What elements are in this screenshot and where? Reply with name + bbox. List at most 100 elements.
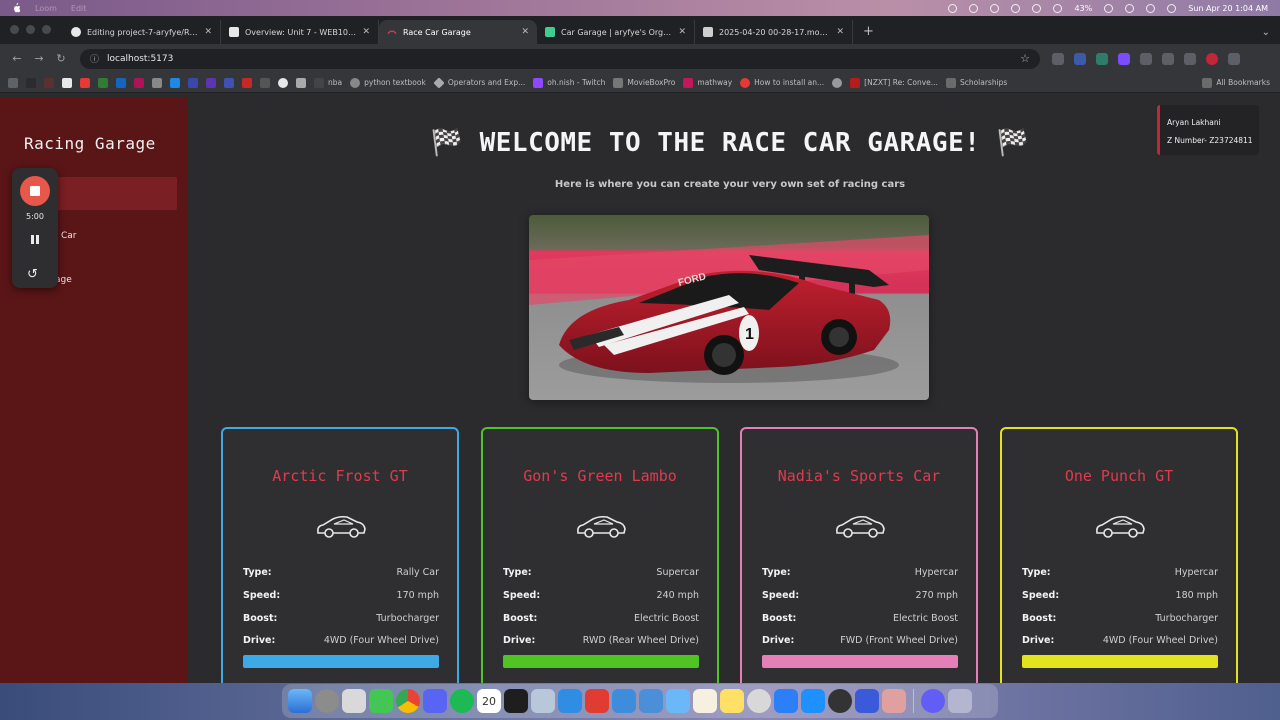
bookmark-icon[interactable]	[98, 77, 108, 88]
bookmark-icon[interactable]	[152, 77, 162, 88]
all-bookmarks[interactable]: All Bookmarks	[1202, 77, 1270, 88]
sidebar-brand[interactable]: Racing Garage	[24, 134, 156, 153]
menu-loom[interactable]: Loom	[35, 4, 57, 13]
chatgpt-icon[interactable]	[747, 689, 771, 713]
tab-supabase[interactable]: Car Garage | aryfye's Org | Su... ✕	[537, 20, 695, 44]
address-bar[interactable]: ⓘ localhost:5173 ☆	[80, 48, 1040, 69]
pages-icon[interactable]	[801, 689, 825, 713]
play-icon[interactable]	[1053, 3, 1063, 13]
github-icon[interactable]	[278, 77, 288, 88]
chrome-icon[interactable]	[396, 689, 420, 713]
spotify-icon[interactable]	[450, 689, 474, 713]
minimize-window-button[interactable]	[26, 25, 35, 34]
profile-icon[interactable]	[1206, 52, 1218, 65]
url-text[interactable]: localhost:5173	[107, 54, 173, 64]
bookmark-icon[interactable]	[116, 77, 126, 88]
bookmark-nba[interactable]: nba	[314, 77, 342, 88]
puzzle-icon[interactable]	[1140, 52, 1152, 65]
car-card[interactable]: Arctic Frost GT Type: Rally Car Speed: 170…	[221, 427, 459, 683]
reload-icon[interactable]: ↻	[50, 52, 72, 65]
youtube-icon[interactable]	[80, 77, 90, 88]
car-card[interactable]: Gon's Green Lambo Type: Supercar Speed: 24…	[481, 427, 719, 683]
battery-percent[interactable]: 43%	[1074, 4, 1092, 13]
wifi-icon[interactable]	[1104, 3, 1114, 13]
loom-status-icon[interactable]	[990, 3, 1000, 13]
bookmark-icon[interactable]	[206, 77, 216, 88]
vscode-icon[interactable]	[558, 689, 582, 713]
instagram-icon[interactable]	[134, 77, 144, 88]
finder2-icon[interactable]	[666, 689, 690, 713]
display-icon[interactable]	[1032, 3, 1042, 13]
tab-github-readme[interactable]: Editing project-7-aryfye/README ✕	[63, 20, 221, 44]
close-tab-icon[interactable]: ✕	[521, 27, 529, 37]
bookmark-twitch[interactable]: oh.nish - Twitch	[533, 77, 605, 88]
forward-icon[interactable]: →	[28, 52, 50, 65]
extension-icon[interactable]	[1052, 52, 1064, 65]
stickies-icon[interactable]	[720, 689, 744, 713]
close-tab-icon[interactable]: ✕	[362, 27, 370, 37]
car-card[interactable]: One Punch GT Type: Hypercar Speed: 180 mph…	[1000, 427, 1238, 683]
bookmark-movieboxpro[interactable]: MovieBoxPro	[613, 77, 675, 88]
apple-icon[interactable]	[12, 3, 21, 13]
bookmark-star-icon[interactable]: ☆	[1020, 52, 1030, 65]
sidebar-item-create-car[interactable]: Car	[61, 231, 77, 241]
keyboard-icon[interactable]	[855, 689, 879, 713]
messages-icon[interactable]	[369, 689, 393, 713]
apps-icon[interactable]	[8, 77, 18, 88]
screenshot-icon[interactable]	[342, 689, 366, 713]
spotlight-icon[interactable]	[1146, 3, 1156, 13]
download-icon[interactable]	[1184, 52, 1196, 65]
sidebar-icon[interactable]	[1162, 52, 1174, 65]
bookmark-operators[interactable]: Operators and Exp...	[433, 76, 525, 89]
notes-icon[interactable]	[693, 689, 717, 713]
tab-overview-unit7[interactable]: Overview: Unit 7 - WEB102 | C... ✕	[221, 20, 379, 44]
close-tab-icon[interactable]: ✕	[204, 27, 212, 37]
extension-icon[interactable]	[1118, 52, 1130, 65]
x-icon[interactable]	[62, 77, 72, 88]
bookmark-icon[interactable]	[26, 77, 36, 88]
bookmark-scholarships[interactable]: Scholarships	[945, 77, 1007, 88]
tab-video-file[interactable]: 2025-04-20 00-28-17.mov - ... ✕	[695, 20, 853, 44]
freeform-icon[interactable]	[774, 689, 798, 713]
bookmark-icon[interactable]	[260, 77, 270, 88]
siri-status-icon[interactable]	[969, 3, 979, 13]
pycharm-icon[interactable]	[639, 689, 663, 713]
launchpad2-icon[interactable]	[882, 689, 906, 713]
preview-icon[interactable]	[531, 689, 555, 713]
xcode-icon[interactable]	[612, 689, 636, 713]
control-center-icon[interactable]	[1125, 3, 1135, 13]
bookmark-how-to-install[interactable]: How to install an...	[740, 77, 824, 88]
bookmark-python-textbook[interactable]: python textbook	[350, 77, 426, 88]
close-tab-icon[interactable]: ✕	[678, 27, 686, 37]
bookmark-mathway[interactable]: mathway	[683, 77, 732, 88]
menubar-clock[interactable]: Sun Apr 20 1:04 AM	[1188, 4, 1268, 13]
new-tab-button[interactable]: +	[863, 24, 874, 39]
stop-recording-button[interactable]	[20, 176, 50, 206]
menu-edit[interactable]: Edit	[71, 4, 87, 13]
car-card[interactable]: Nadia's Sports Car Type: Hypercar Speed: 2…	[740, 427, 978, 683]
gear-status-icon[interactable]	[948, 3, 958, 13]
trash-icon[interactable]	[948, 689, 972, 713]
launchpad-icon[interactable]	[315, 689, 339, 713]
photo-booth-icon[interactable]	[585, 689, 609, 713]
restart-icon[interactable]: ↺	[27, 268, 38, 281]
globe-icon[interactable]	[832, 77, 843, 88]
bookmark-icon[interactable]	[188, 77, 198, 88]
close-tab-icon[interactable]: ✕	[836, 27, 844, 37]
extension-icon[interactable]	[1096, 52, 1108, 65]
user-switch-icon[interactable]	[1167, 3, 1177, 13]
back-icon[interactable]: ←	[6, 52, 28, 65]
clock-icon[interactable]	[828, 689, 852, 713]
close-window-button[interactable]	[10, 25, 19, 34]
discord-icon[interactable]	[423, 689, 447, 713]
tab-race-car-garage[interactable]: Race Car Garage ✕	[379, 20, 537, 44]
bookmark-icon[interactable]	[170, 77, 180, 88]
finder-icon[interactable]	[288, 689, 312, 713]
bookmark-icon[interactable]	[296, 77, 306, 88]
bookmark-icon[interactable]	[224, 77, 234, 88]
pause-icon[interactable]	[29, 234, 41, 246]
extension-icon[interactable]	[1074, 52, 1086, 65]
loom-icon[interactable]	[921, 689, 945, 713]
bluetooth-icon[interactable]	[1011, 3, 1021, 13]
bookmark-nzxt[interactable]: [NZXT] Re: Conve...	[850, 77, 938, 88]
